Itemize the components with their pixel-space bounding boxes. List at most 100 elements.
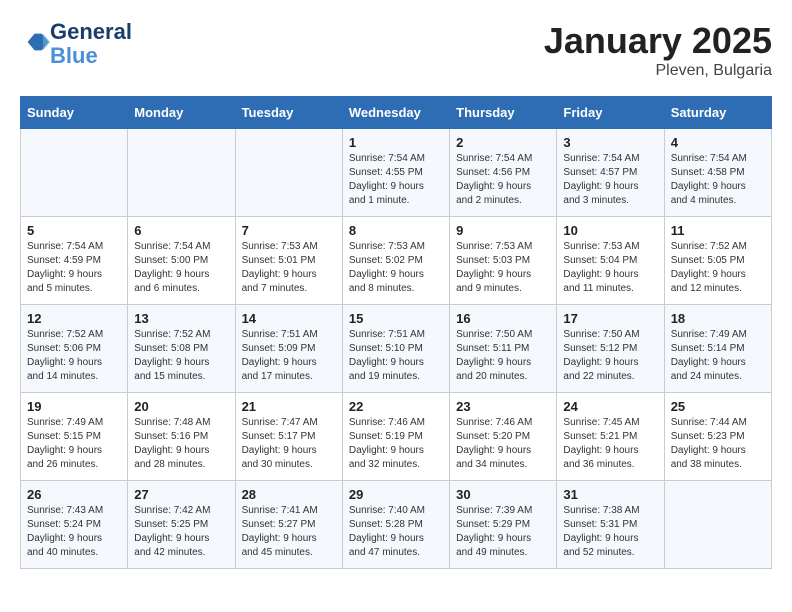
cell-details: Sunrise: 7:47 AM Sunset: 5:17 PM Dayligh… [242,416,336,472]
day-number: 7 [242,223,336,238]
cell-details: Sunrise: 7:46 AM Sunset: 5:20 PM Dayligh… [456,416,550,472]
day-number: 11 [671,223,765,238]
calendar-cell: 25Sunrise: 7:44 AM Sunset: 5:23 PM Dayli… [664,393,771,481]
day-number: 4 [671,135,765,150]
calendar-cell: 24Sunrise: 7:45 AM Sunset: 5:21 PM Dayli… [557,393,664,481]
calendar-cell: 10 Sunrise: 7:53 AM Sunset: 5:04 PM Dayli… [557,217,664,305]
calendar-cell: 11Sunrise: 7:52 AM Sunset: 5:05 PM Dayli… [664,217,771,305]
calendar-header-wednesday: Wednesday [342,97,449,129]
calendar-cell: 8 Sunrise: 7:53 AM Sunset: 5:02 PM Daylig… [342,217,449,305]
day-number: 29 [349,487,443,502]
day-number: 31 [563,487,657,502]
calendar-cell: 4 Sunrise: 7:54 AM Sunset: 4:58 PM Daylig… [664,129,771,217]
calendar-cell: 18 Sunrise: 7:49 AM Sunset: 5:14 PM Dayli… [664,305,771,393]
calendar-cell [664,481,771,569]
cell-details: Sunrise: 7:49 AM Sunset: 5:14 PM Dayligh… [671,328,765,384]
cell-details: Sunrise: 7:49 AM Sunset: 5:15 PM Dayligh… [27,416,121,472]
day-number: 27 [134,487,228,502]
page-header: General Blue January 2025 Pleven, Bulgar… [20,20,772,80]
calendar-cell: 17 Sunrise: 7:50 AM Sunset: 5:12 PM Dayli… [557,305,664,393]
calendar-cell: 15Sunrise: 7:51 AM Sunset: 5:10 PM Dayli… [342,305,449,393]
day-number: 2 [456,135,550,150]
calendar-cell: 23 Sunrise: 7:46 AM Sunset: 5:20 PM Dayli… [450,393,557,481]
day-number: 3 [563,135,657,150]
day-number: 14 [242,311,336,326]
cell-details: Sunrise: 7:41 AM Sunset: 5:27 PM Dayligh… [242,504,336,560]
calendar-week-3: 12 Sunrise: 7:52 AM Sunset: 5:06 PM Dayli… [21,305,772,393]
calendar-week-2: 5 Sunrise: 7:54 AM Sunset: 4:59 PM Daylig… [21,217,772,305]
cell-details: Sunrise: 7:54 AM Sunset: 4:59 PM Dayligh… [27,240,121,296]
day-number: 5 [27,223,121,238]
cell-details: Sunrise: 7:50 AM Sunset: 5:12 PM Dayligh… [563,328,657,384]
logo: General Blue [20,20,132,68]
calendar-table: SundayMondayTuesdayWednesdayThursdayFrid… [20,96,772,569]
day-number: 9 [456,223,550,238]
cell-details: Sunrise: 7:53 AM Sunset: 5:04 PM Dayligh… [563,240,657,296]
calendar-cell: 5 Sunrise: 7:54 AM Sunset: 4:59 PM Daylig… [21,217,128,305]
cell-details: Sunrise: 7:54 AM Sunset: 5:00 PM Dayligh… [134,240,228,296]
cell-details: Sunrise: 7:46 AM Sunset: 5:19 PM Dayligh… [349,416,443,472]
title-block: January 2025 Pleven, Bulgaria [544,20,772,80]
day-number: 24 [563,399,657,414]
day-number: 21 [242,399,336,414]
day-number: 18 [671,311,765,326]
cell-details: Sunrise: 7:43 AM Sunset: 5:24 PM Dayligh… [27,504,121,560]
calendar-cell: 1 Sunrise: 7:54 AM Sunset: 4:55 PM Daylig… [342,129,449,217]
calendar-header-sunday: Sunday [21,97,128,129]
calendar-cell: 21 Sunrise: 7:47 AM Sunset: 5:17 PM Dayli… [235,393,342,481]
calendar-cell: 12 Sunrise: 7:52 AM Sunset: 5:06 PM Dayli… [21,305,128,393]
day-number: 30 [456,487,550,502]
calendar-cell: 16 Sunrise: 7:50 AM Sunset: 5:11 PM Dayli… [450,305,557,393]
calendar-cell: 26 Sunrise: 7:43 AM Sunset: 5:24 PM Dayli… [21,481,128,569]
calendar-header-row: SundayMondayTuesdayWednesdayThursdayFrid… [21,97,772,129]
calendar-cell: 7 Sunrise: 7:53 AM Sunset: 5:01 PM Daylig… [235,217,342,305]
cell-details: Sunrise: 7:54 AM Sunset: 4:58 PM Dayligh… [671,152,765,208]
calendar-cell: 3 Sunrise: 7:54 AM Sunset: 4:57 PM Daylig… [557,129,664,217]
day-number: 6 [134,223,228,238]
cell-details: Sunrise: 7:50 AM Sunset: 5:11 PM Dayligh… [456,328,550,384]
calendar-cell [128,129,235,217]
calendar-header-monday: Monday [128,97,235,129]
cell-details: Sunrise: 7:51 AM Sunset: 5:10 PM Dayligh… [349,328,443,384]
day-number: 8 [349,223,443,238]
cell-details: Sunrise: 7:53 AM Sunset: 5:01 PM Dayligh… [242,240,336,296]
day-number: 26 [27,487,121,502]
calendar-cell: 27Sunrise: 7:42 AM Sunset: 5:25 PM Dayli… [128,481,235,569]
calendar-cell: 31 Sunrise: 7:38 AM Sunset: 5:31 PM Dayli… [557,481,664,569]
calendar-cell: 29 Sunrise: 7:40 AM Sunset: 5:28 PM Dayli… [342,481,449,569]
calendar-cell: 6 Sunrise: 7:54 AM Sunset: 5:00 PM Daylig… [128,217,235,305]
day-number: 13 [134,311,228,326]
subtitle: Pleven, Bulgaria [544,62,772,80]
calendar-header-friday: Friday [557,97,664,129]
cell-details: Sunrise: 7:53 AM Sunset: 5:02 PM Dayligh… [349,240,443,296]
cell-details: Sunrise: 7:52 AM Sunset: 5:08 PM Dayligh… [134,328,228,384]
cell-details: Sunrise: 7:54 AM Sunset: 4:56 PM Dayligh… [456,152,550,208]
cell-details: Sunrise: 7:52 AM Sunset: 5:06 PM Dayligh… [27,328,121,384]
day-number: 20 [134,399,228,414]
calendar-header-tuesday: Tuesday [235,97,342,129]
logo-icon [22,28,50,56]
logo-text: General Blue [50,20,132,68]
day-number: 17 [563,311,657,326]
calendar-body: 1 Sunrise: 7:54 AM Sunset: 4:55 PM Daylig… [21,129,772,569]
calendar-week-5: 26 Sunrise: 7:43 AM Sunset: 5:24 PM Dayli… [21,481,772,569]
day-number: 1 [349,135,443,150]
calendar-cell: 14Sunrise: 7:51 AM Sunset: 5:09 PM Dayli… [235,305,342,393]
calendar-cell: 13 Sunrise: 7:52 AM Sunset: 5:08 PM Dayli… [128,305,235,393]
day-number: 10 [563,223,657,238]
cell-details: Sunrise: 7:54 AM Sunset: 4:55 PM Dayligh… [349,152,443,208]
cell-details: Sunrise: 7:38 AM Sunset: 5:31 PM Dayligh… [563,504,657,560]
cell-details: Sunrise: 7:40 AM Sunset: 5:28 PM Dayligh… [349,504,443,560]
day-number: 16 [456,311,550,326]
day-number: 22 [349,399,443,414]
day-number: 23 [456,399,550,414]
day-number: 25 [671,399,765,414]
day-number: 12 [27,311,121,326]
calendar-header-thursday: Thursday [450,97,557,129]
calendar-week-1: 1 Sunrise: 7:54 AM Sunset: 4:55 PM Daylig… [21,129,772,217]
cell-details: Sunrise: 7:54 AM Sunset: 4:57 PM Dayligh… [563,152,657,208]
calendar-cell: 19Sunrise: 7:49 AM Sunset: 5:15 PM Dayli… [21,393,128,481]
calendar-week-4: 19Sunrise: 7:49 AM Sunset: 5:15 PM Dayli… [21,393,772,481]
calendar-cell: 20Sunrise: 7:48 AM Sunset: 5:16 PM Dayli… [128,393,235,481]
day-number: 28 [242,487,336,502]
